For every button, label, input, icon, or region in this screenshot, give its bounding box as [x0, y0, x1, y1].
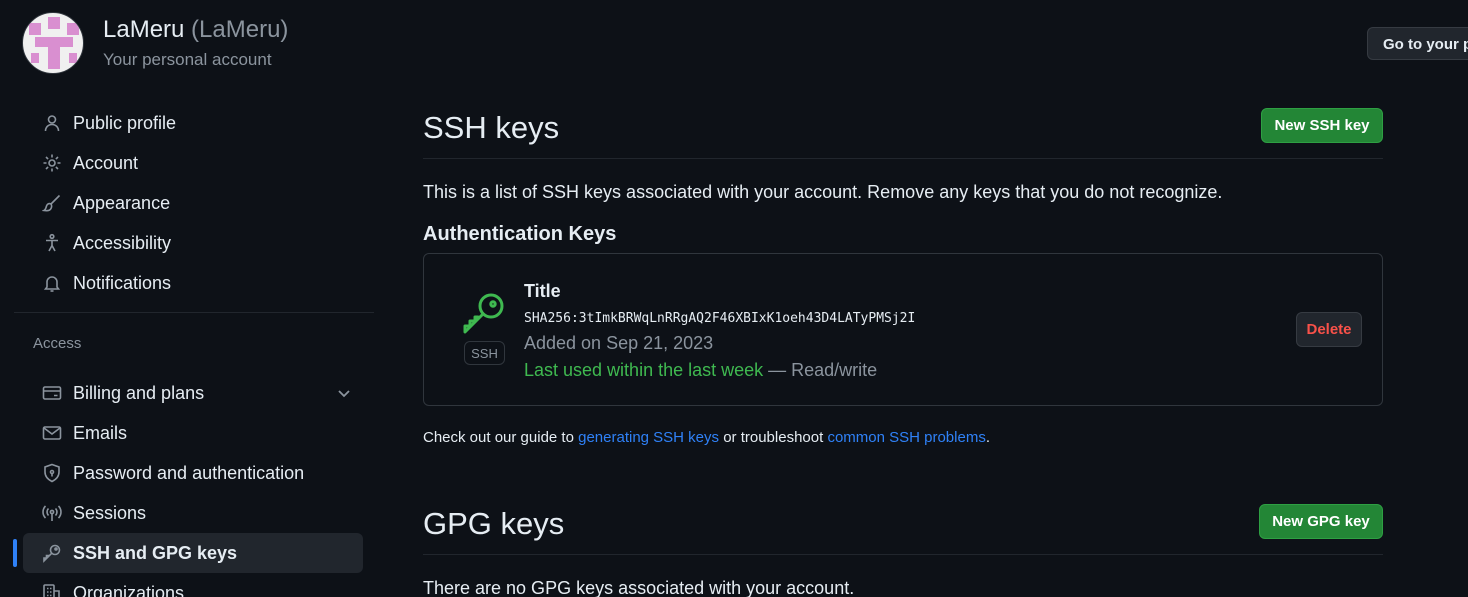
ssh-key-item: SSH Title SHA256:3tImkBRWqLnRRgAQ2F46XBI… — [423, 253, 1383, 406]
ssh-key-added-date: Added on Sep 21, 2023 — [524, 333, 714, 353]
paintbrush-icon — [41, 192, 63, 214]
ssh-description: This is a list of SSH keys associated wi… — [423, 182, 1223, 202]
guide-prefix: Check out our guide to — [423, 429, 579, 446]
ssh-key-title: Title — [524, 281, 561, 301]
mail-icon — [41, 422, 63, 444]
generating-ssh-keys-link[interactable]: generating SSH keys — [578, 429, 719, 446]
ssh-key-access: — Read/write — [763, 360, 878, 380]
sidebar-item-password[interactable]: Password and authentication — [23, 453, 363, 493]
sidebar-item-label: Accessibility — [73, 232, 172, 253]
sidebar-item-label: Billing and plans — [73, 382, 205, 403]
bell-icon — [41, 272, 63, 294]
gear-icon — [41, 152, 63, 174]
account-subtitle: Your personal account — [103, 50, 272, 69]
sidebar-item-label: Password and authentication — [73, 462, 305, 483]
new-gpg-key-button[interactable]: New GPG key — [1259, 504, 1383, 539]
sidebar-item-appearance[interactable]: Appearance — [23, 183, 363, 223]
ssh-badge: SSH — [464, 341, 505, 365]
key-icon — [463, 293, 504, 334]
broadcast-icon — [41, 502, 63, 524]
avatar[interactable] — [22, 12, 84, 74]
sidebar-item-accessibility[interactable]: Accessibility — [23, 223, 363, 263]
ssh-heading-divider — [423, 158, 1383, 159]
sidebar-item-label: Emails — [73, 422, 128, 443]
ssh-keys-heading: SSH keys — [423, 110, 560, 145]
sidebar-item-label: Public profile — [73, 112, 177, 133]
ssh-key-usage: Last used within the last week — Read/wr… — [524, 360, 877, 381]
authentication-keys-heading: Authentication Keys — [423, 223, 617, 245]
delete-ssh-key-button[interactable]: Delete — [1296, 312, 1362, 347]
sidebar-item-sessions[interactable]: Sessions — [23, 493, 363, 533]
key-icon — [41, 542, 63, 564]
login-name: (LaMeru) — [191, 16, 289, 43]
sidebar-item-public-profile[interactable]: Public profile — [23, 103, 363, 143]
sidebar-item-label: Organizations — [73, 582, 185, 597]
guide-middle: or troubleshoot — [719, 429, 828, 446]
organization-icon — [41, 582, 63, 597]
sidebar-item-label: Sessions — [73, 502, 147, 523]
sidebar-item-account[interactable]: Account — [23, 143, 363, 183]
guide-suffix: . — [985, 429, 990, 446]
new-ssh-key-button[interactable]: New SSH key — [1261, 108, 1383, 143]
accessibility-icon — [41, 232, 63, 254]
sidebar-section-access: Access — [33, 335, 82, 352]
sidebar-item-notifications[interactable]: Notifications — [23, 263, 363, 303]
display-name: LaMeru — [103, 16, 185, 43]
sidebar-item-label: Account — [73, 152, 139, 173]
chevron-down-icon[interactable] — [335, 384, 353, 402]
go-to-profile-button[interactable]: Go to your personal profile — [1367, 27, 1468, 60]
credit-card-icon — [41, 382, 63, 404]
sidebar-item-organizations[interactable]: Organizations — [23, 573, 363, 597]
common-ssh-problems-link[interactable]: common SSH problems — [827, 429, 985, 446]
gpg-keys-heading: GPG keys — [423, 506, 565, 541]
person-icon — [41, 112, 63, 134]
sidebar-item-label: SSH and GPG keys — [73, 542, 238, 563]
gpg-heading-divider — [423, 554, 1383, 555]
sidebar-item-ssh-gpg-keys[interactable]: SSH and GPG keys — [13, 533, 363, 573]
ssh-key-fingerprint: SHA256:3tImkBRWqLnRRgAQ2F46XBIxK1oeh43D4… — [524, 311, 916, 326]
shield-lock-icon — [41, 462, 63, 484]
sidebar-item-emails[interactable]: Emails — [23, 413, 363, 453]
sidebar-item-label: Notifications — [73, 272, 172, 293]
sidebar-item-billing[interactable]: Billing and plans — [23, 373, 363, 413]
ssh-guide-text: Check out our guide to generating SSH ke… — [423, 429, 990, 446]
ssh-key-last-used: Last used within the last week — [524, 360, 764, 380]
settings-sidebar: Public profile Account Appearance Access… — [13, 103, 374, 597]
sidebar-item-label: Appearance — [73, 192, 171, 213]
gpg-description: There are no GPG keys associated with yo… — [423, 578, 855, 597]
account-name: LaMeru (LaMeru) — [103, 16, 288, 44]
